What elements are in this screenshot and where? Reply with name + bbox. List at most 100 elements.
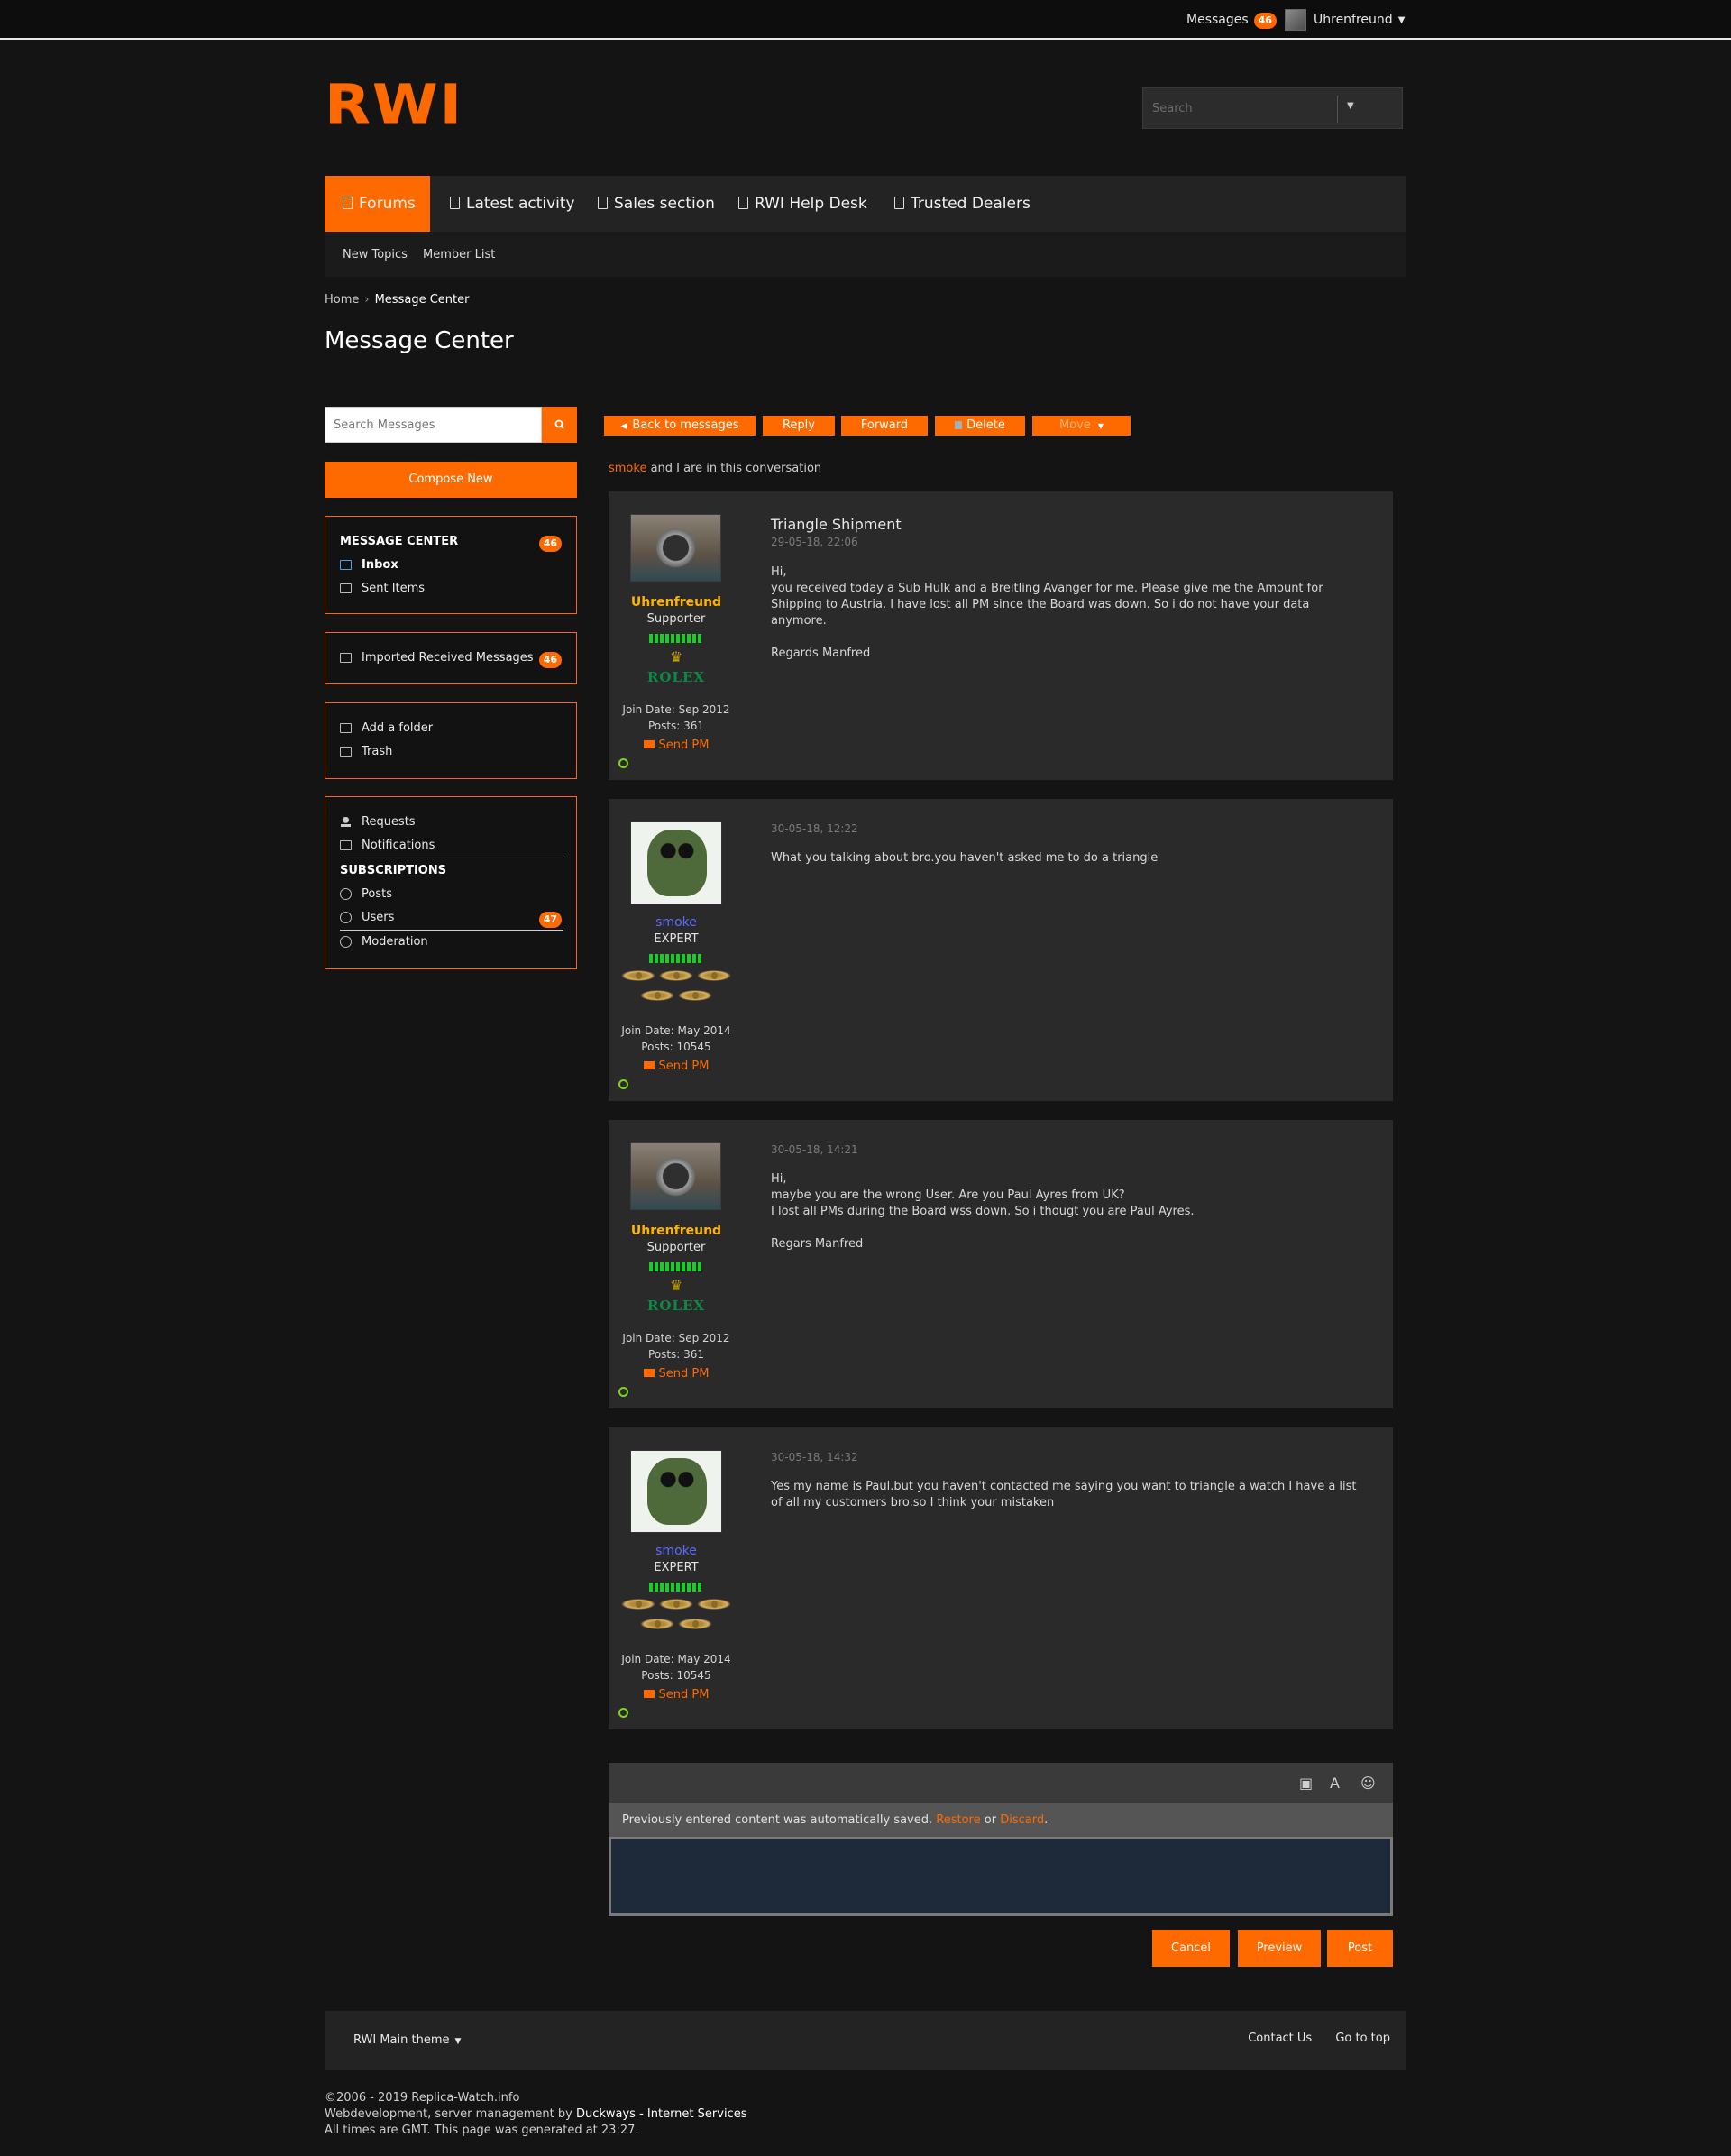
join-date: Join Date: Sep 2012 (622, 703, 730, 716)
trash-icon (955, 421, 963, 429)
send-pm-link[interactable]: Send PM (609, 1367, 744, 1381)
contact-us-link[interactable]: Contact Us (1248, 2032, 1312, 2045)
tab-help-desk[interactable]: RWI Help Desk (738, 176, 867, 232)
sidebar-item-requests[interactable]: Requests (340, 815, 416, 829)
post-author[interactable]: smoke (609, 1544, 744, 1558)
message-post: smoke EXPERT Join Date: May 2014 Posts: … (609, 799, 1393, 1101)
tab-latest-activity[interactable]: Latest activity (450, 176, 575, 232)
message-textarea[interactable] (609, 1837, 1393, 1916)
message-center-box: MESSAGE CENTER 46 Inbox Sent Items (325, 516, 577, 614)
tab-sales-section[interactable]: Sales section (598, 176, 715, 232)
person-icon (340, 817, 352, 827)
chevron-down-icon[interactable]: ▼ (1398, 15, 1406, 25)
page-title: Message Center (325, 327, 514, 354)
reply-button[interactable]: Reply (763, 416, 835, 436)
cancel-button[interactable]: Cancel (1152, 1930, 1230, 1967)
send-pm-label: Send PM (658, 1688, 710, 1702)
restore-link[interactable]: Restore (936, 1813, 980, 1827)
tab-trusted-dealers[interactable]: Trusted Dealers (894, 176, 1030, 232)
reputation-bar (649, 634, 703, 643)
copyright-line: ©2006 - 2019 Replica-Watch.info (325, 2091, 520, 2105)
user-avatar[interactable] (630, 514, 721, 582)
reputation-bar (649, 954, 703, 963)
sidebar-item-imported[interactable]: Imported Received Messages (340, 651, 534, 665)
sidebar-item-users[interactable]: Users (340, 911, 394, 924)
forward-button[interactable]: Forward (841, 416, 928, 436)
messages-count-badge: 46 (1253, 13, 1277, 29)
or-text: or (984, 1813, 997, 1827)
crown-icon: ♛ (669, 1277, 683, 1294)
back-to-messages-button[interactable]: ◀ Back to messages (604, 416, 756, 436)
theme-selector[interactable]: RWI Main theme ▼ (353, 2033, 461, 2047)
tab-forums[interactable]: Forums (325, 176, 430, 232)
chevron-down-icon[interactable]: ▼ (1347, 101, 1354, 111)
rank-wings-icon (621, 1599, 731, 1633)
go-to-top-link[interactable]: Go to top (1335, 2032, 1390, 2045)
subnav-new-topics[interactable]: New Topics (343, 248, 408, 261)
move-button[interactable]: Move ▼ (1032, 416, 1131, 436)
breadcrumb: Home › Message Center (325, 293, 469, 307)
chevron-down-icon: ▼ (454, 2037, 462, 2046)
post-button[interactable]: Post (1327, 1930, 1393, 1967)
sidebar-item-sent[interactable]: Sent Items (340, 582, 425, 595)
send-pm-label: Send PM (658, 1367, 710, 1381)
search-input[interactable]: Search (1152, 102, 1193, 115)
site-logo[interactable]: RWI (325, 78, 463, 131)
avatar (1285, 9, 1306, 31)
message-body: Hi, maybe you are the wrong User. Are yo… (771, 1172, 1195, 1251)
participant-link[interactable]: smoke (609, 462, 646, 475)
other-box: Requests Notifications SUBSCRIPTIONS Pos… (325, 796, 577, 969)
sent-label: Sent Items (362, 582, 426, 595)
send-pm-link[interactable]: Send PM (609, 1060, 744, 1073)
smiley-icon[interactable]: ☺ (1360, 1775, 1376, 1792)
page-icon (343, 197, 353, 209)
insert-image-icon[interactable]: ▣ (1299, 1775, 1313, 1792)
user-avatar[interactable] (630, 1142, 721, 1210)
share-icon (340, 583, 352, 593)
text-format-icon[interactable]: A (1330, 1775, 1340, 1792)
tab-label: Forums (359, 195, 416, 213)
delete-button[interactable]: Delete (935, 416, 1025, 436)
user-title: Supporter (646, 612, 706, 626)
avatar-image (647, 830, 707, 896)
sidebar-item-moderation[interactable]: Moderation (340, 935, 428, 949)
folder-icon (340, 653, 352, 663)
post-author[interactable]: Uhrenfreund (609, 595, 744, 610)
clock-icon (340, 936, 352, 948)
message-body: Hi, you received today a Sub Hulk and a … (771, 565, 1323, 660)
send-pm-link[interactable]: Send PM (609, 1688, 744, 1702)
envelope-icon (643, 740, 655, 748)
messages-link[interactable]: Messages 46 (1186, 13, 1277, 29)
times-line: All times are GMT. This page was generat… (325, 2124, 639, 2137)
rank-wings-icon (621, 970, 731, 1005)
back-label: Back to messages (632, 418, 739, 432)
messages-label[interactable]: Messages (1186, 13, 1249, 27)
sidebar-item-inbox[interactable]: Inbox (340, 558, 398, 572)
preview-button[interactable]: Preview (1238, 1930, 1321, 1967)
message-date: 30-05-18, 14:32 (771, 1451, 858, 1463)
breadcrumb-home[interactable]: Home (325, 293, 359, 307)
folders-box: Add a folder Trash (325, 702, 577, 779)
join-date: Join Date: May 2014 (621, 1653, 731, 1665)
search-messages-button[interactable] (542, 407, 577, 443)
username[interactable]: Uhrenfreund (1314, 13, 1393, 27)
user-menu[interactable]: Uhrenfreund ▼ (1285, 9, 1405, 31)
sidebar-item-trash[interactable]: Trash (340, 745, 392, 758)
join-date: Join Date: May 2014 (621, 1024, 731, 1037)
discard-link[interactable]: Discard (1000, 1813, 1044, 1827)
post-author[interactable]: smoke (609, 915, 744, 930)
subnav-member-list[interactable]: Member List (423, 248, 495, 261)
dev-company-link[interactable]: Duckways - Internet Services (576, 2107, 747, 2121)
compose-new-button[interactable]: Compose New (325, 462, 577, 498)
search-messages-input[interactable]: Search Messages (325, 407, 542, 443)
add-folder-button[interactable]: Add a folder (340, 721, 433, 735)
sidebar-item-posts[interactable]: Posts (340, 887, 392, 901)
sidebar-item-notifications[interactable]: Notifications (340, 839, 435, 852)
post-author[interactable]: Uhrenfreund (609, 1224, 744, 1238)
send-pm-link[interactable]: Send PM (609, 739, 744, 752)
site-search[interactable]: Search ▼ (1142, 87, 1403, 129)
page-icon (894, 197, 904, 209)
online-status-icon (618, 1079, 628, 1089)
user-avatar[interactable] (630, 821, 722, 904)
user-avatar[interactable] (630, 1450, 722, 1533)
